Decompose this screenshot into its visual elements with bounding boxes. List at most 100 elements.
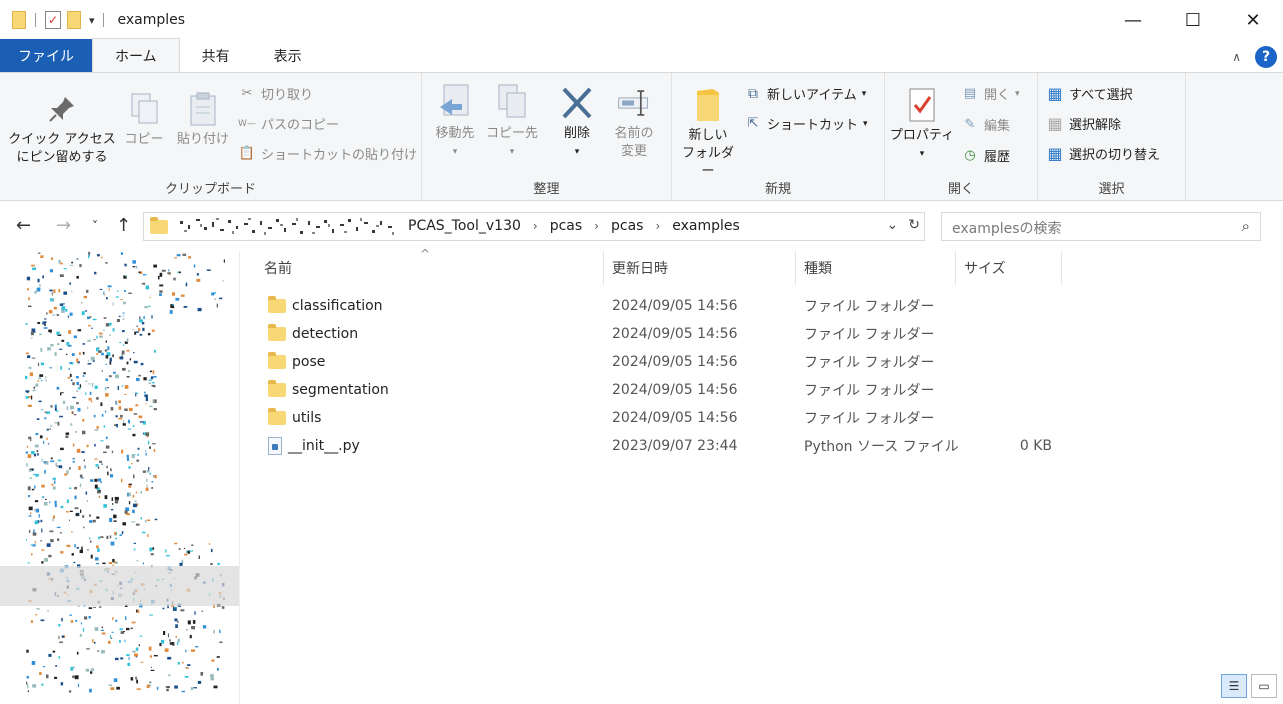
cut-button[interactable]: ✂ 切り取り xyxy=(238,84,313,103)
noise-mark xyxy=(71,531,73,533)
tab-file[interactable]: ファイル xyxy=(0,39,92,72)
refresh-icon[interactable]: ↻ xyxy=(908,217,920,233)
new-item-button[interactable]: ⧉ 新しいアイテム ▾ xyxy=(744,84,866,104)
edit-icon: ✎ xyxy=(964,117,976,132)
search-input[interactable]: examplesの検索 ⌕ xyxy=(941,212,1261,241)
pin-quick-access-button[interactable]: クイック アクセス にピン留めする xyxy=(8,91,116,167)
back-arrow-icon[interactable]: ← xyxy=(16,215,31,236)
properties-button[interactable]: プロパティ ▾ xyxy=(889,87,955,163)
new-folder-button[interactable]: 新しい フォルダー xyxy=(676,87,740,181)
noise-mark xyxy=(90,400,93,403)
shortcut-button[interactable]: ⇱ ショートカット ▾ xyxy=(744,114,868,133)
noise-mark xyxy=(50,539,54,543)
noise-mark xyxy=(58,288,61,293)
chevron-right-icon[interactable]: › xyxy=(594,219,599,233)
noise-mark xyxy=(26,675,29,679)
minimize-button[interactable]: — xyxy=(1103,0,1163,40)
noise-mark xyxy=(99,288,103,290)
new-folder-icon xyxy=(691,87,725,123)
properties-label: プロパティ xyxy=(889,128,955,143)
noise-mark xyxy=(77,407,81,412)
tab-view[interactable]: 表示 xyxy=(252,39,324,72)
table-row[interactable]: segmentation 2024/09/05 14:56 ファイル フォルダー xyxy=(240,376,1270,404)
noise-mark xyxy=(148,467,150,471)
select-all-button[interactable]: ▦ すべて選択 xyxy=(1046,84,1133,103)
chevron-right-icon[interactable]: › xyxy=(533,219,538,233)
crumb-examples[interactable]: examples xyxy=(672,218,740,234)
column-size-header[interactable]: サイズ xyxy=(956,251,1062,285)
crumb-pcas-2[interactable]: pcas xyxy=(611,218,643,234)
copy-to-button[interactable]: コピー先 ▾ xyxy=(484,84,540,161)
maximize-button[interactable]: ☐ xyxy=(1163,0,1223,40)
address-dropdown-icon[interactable]: ⌄ xyxy=(887,217,899,233)
table-row[interactable]: __init__.py 2023/09/07 23:44 Python ソース … xyxy=(240,432,1270,460)
collapse-ribbon-icon[interactable]: ∧ xyxy=(1232,50,1241,64)
paste-button[interactable]: 貼り付け xyxy=(172,91,234,149)
table-row[interactable]: pose 2024/09/05 14:56 ファイル フォルダー xyxy=(240,348,1270,376)
invert-selection-button[interactable]: ▦ 選択の切り替え xyxy=(1046,144,1160,163)
noise-mark xyxy=(25,375,28,380)
file-size: 0 KB xyxy=(1019,438,1052,454)
noise-mark xyxy=(26,681,28,685)
edit-button[interactable]: ✎ 編集 xyxy=(961,115,1010,134)
forward-arrow-icon[interactable]: → xyxy=(56,215,71,236)
table-row[interactable]: classification 2024/09/05 14:56 ファイル フォル… xyxy=(240,292,1270,320)
noise-mark xyxy=(69,282,71,285)
noise-mark xyxy=(32,389,36,392)
up-arrow-icon[interactable]: ↑ xyxy=(116,215,131,236)
dropdown-icon: ▾ xyxy=(1015,88,1020,99)
delete-button[interactable]: 削除 ▾ xyxy=(552,85,602,161)
noise-mark xyxy=(148,379,152,381)
noise-mark xyxy=(49,367,53,369)
close-button[interactable]: ✕ xyxy=(1223,0,1283,40)
column-type-header[interactable]: 種類 xyxy=(796,251,956,285)
noise-mark xyxy=(109,357,112,362)
new-folder-icon[interactable] xyxy=(67,11,81,29)
help-icon[interactable]: ? xyxy=(1255,46,1277,68)
crumb-pcas[interactable]: pcas xyxy=(550,218,582,234)
crumb-pcas-tool[interactable]: PCAS_Tool_v130 xyxy=(408,218,521,234)
copy-path-button[interactable]: W— パスのコピー xyxy=(238,114,339,133)
noise-mark xyxy=(87,339,91,342)
noise-mark xyxy=(147,534,149,537)
column-date-header[interactable]: 更新日時 xyxy=(604,251,796,285)
noise-mark xyxy=(147,440,150,445)
noise-mark xyxy=(145,397,148,402)
tab-home[interactable]: ホーム xyxy=(92,38,180,72)
table-row[interactable]: detection 2024/09/05 14:56 ファイル フォルダー xyxy=(240,320,1270,348)
noise-mark xyxy=(135,676,137,680)
noise-mark xyxy=(112,328,115,332)
table-row[interactable]: utils 2024/09/05 14:56 ファイル フォルダー xyxy=(240,404,1270,432)
chevron-right-icon[interactable]: › xyxy=(655,219,660,233)
tab-share[interactable]: 共有 xyxy=(180,39,252,72)
address-bar[interactable]: PCAS_Tool_v130 › pcas › pcas › examples … xyxy=(143,212,925,241)
noise-mark xyxy=(90,668,94,671)
select-none-button[interactable]: ▦ 選択解除 xyxy=(1046,114,1121,133)
move-to-button[interactable]: 移動先 ▾ xyxy=(428,84,482,161)
copy-button[interactable]: コピー xyxy=(122,91,166,149)
noise-mark xyxy=(37,453,39,456)
rename-button[interactable]: 名前の 変更 xyxy=(606,85,662,161)
noise-mark xyxy=(76,402,79,405)
customize-toolbar-icon[interactable]: ▾ xyxy=(89,14,95,27)
noise-mark xyxy=(34,500,39,503)
noise-mark xyxy=(221,606,225,609)
noise-mark xyxy=(70,620,74,623)
column-name-header[interactable]: ^ 名前 xyxy=(240,247,604,285)
noise-mark xyxy=(123,344,125,346)
history-button[interactable]: ◷ 履歴 xyxy=(961,146,1010,165)
open-button[interactable]: ▤ 開く ▾ xyxy=(961,84,1020,103)
large-icons-view-icon[interactable]: ▭ xyxy=(1251,674,1277,698)
select-all-label: すべて選択 xyxy=(1069,88,1133,103)
paste-shortcut-button[interactable]: 📋 ショートカットの貼り付け xyxy=(238,144,417,163)
recent-locations-icon[interactable]: ˅ xyxy=(92,219,98,233)
navigation-pane[interactable] xyxy=(0,251,240,704)
file-list: ^ 名前 更新日時 種類 サイズ classification 2024/09/… xyxy=(240,247,1270,671)
properties-icon[interactable]: ✓ xyxy=(45,11,61,29)
noise-mark xyxy=(79,384,82,388)
noise-mark xyxy=(105,378,109,381)
noise-mark xyxy=(165,549,167,553)
search-icon[interactable]: ⌕ xyxy=(1242,217,1250,235)
noise-mark xyxy=(151,329,155,332)
details-view-icon[interactable]: ☰ xyxy=(1221,674,1247,698)
